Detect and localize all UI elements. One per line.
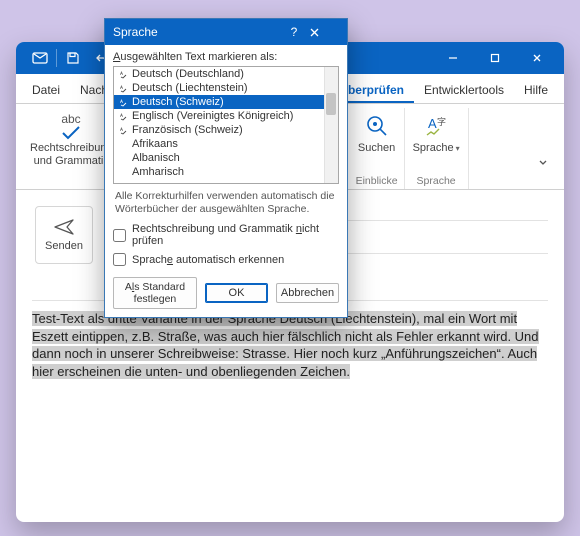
sprache-label: Sprache — [413, 142, 454, 154]
group-label-einblicke: Einblicke — [356, 169, 398, 189]
maximize-button[interactable] — [474, 42, 516, 74]
language-item-label: Afrikaans — [132, 137, 178, 151]
language-icon: A 字 — [419, 112, 453, 140]
spelling-button[interactable]: abc Rechtschreibungund Grammatik — [28, 110, 115, 169]
language-item[interactable]: ᴀ Französisch (Schweiz) — [114, 123, 324, 137]
language-item[interactable]: ᴀ Deutsch (Liechtenstein) — [114, 81, 324, 95]
minimize-button[interactable] — [432, 42, 474, 74]
suchen-label: Suchen — [358, 142, 395, 154]
language-item[interactable]: Albanisch — [114, 151, 324, 165]
svg-text:ᴀ: ᴀ — [120, 71, 123, 77]
set-default-button[interactable]: Als Standard festlegen — [113, 277, 197, 309]
dialog-title: Sprache — [113, 25, 279, 39]
language-item-label: Französisch (Schweiz) — [132, 123, 243, 137]
checkbox-nocheck-input[interactable] — [113, 229, 126, 242]
send-icon — [53, 218, 75, 236]
close-button[interactable] — [516, 42, 558, 74]
cancel-button[interactable]: Abbrechen — [276, 283, 339, 303]
scrollbar-thumb[interactable] — [326, 93, 336, 115]
sprache-button[interactable]: A 字 Sprache ▾ — [411, 110, 462, 156]
dialog-close-button[interactable] — [309, 27, 339, 38]
language-item-label: Deutsch (Deutschland) — [132, 67, 244, 81]
send-label: Senden — [45, 240, 83, 252]
checkbox-nocheck[interactable]: Rechtschreibung und Grammatik nicht prüf… — [113, 220, 339, 250]
language-item-label: Englisch (Vereinigtes Königreich) — [132, 109, 293, 123]
language-item-label: Deutsch (Liechtenstein) — [132, 81, 248, 95]
app-icon[interactable] — [28, 46, 52, 70]
spellcheck-mark-icon: ᴀ — [120, 69, 128, 79]
ribbon-collapse-button[interactable] — [532, 151, 554, 173]
checkbox-nocheck-label: Rechtschreibung und Grammatik nicht prüf… — [132, 223, 339, 247]
language-item[interactable]: ᴀ Englisch (Vereinigtes Königreich) — [114, 109, 324, 123]
language-item[interactable]: ᴀ Deutsch (Schweiz) — [114, 95, 324, 109]
language-dialog: Sprache ? Ausgewählten Text markieren al… — [104, 18, 348, 318]
search-icon — [360, 112, 394, 140]
svg-text:abc: abc — [62, 112, 81, 126]
group-label-sprache: Sprache — [417, 169, 456, 189]
svg-text:A: A — [428, 116, 437, 131]
save-icon[interactable] — [61, 46, 85, 70]
svg-text:ᴀ: ᴀ — [120, 85, 123, 91]
spelling-label: Rechtschreibungund Grammatik — [30, 142, 113, 167]
language-item[interactable]: ᴀ Deutsch (Deutschland) — [114, 67, 324, 81]
svg-text:ᴀ: ᴀ — [120, 113, 123, 119]
spelling-icon: abc — [54, 112, 88, 140]
checkbox-autodetect-label: Sprache automatisch erkennen — [132, 254, 284, 266]
dialog-label: Ausgewählten Text markieren als: — [113, 51, 339, 63]
language-item[interactable]: Amharisch — [114, 165, 324, 179]
chevron-down-icon: ▾ — [456, 144, 460, 153]
language-item[interactable]: Afrikaans — [114, 137, 324, 151]
svg-text:字: 字 — [437, 116, 446, 127]
suchen-button[interactable]: Suchen — [356, 110, 397, 156]
language-listbox[interactable]: ᴀ Deutsch (Deutschland) ᴀ Deutsch (Liechten… — [113, 66, 339, 184]
dialog-help-button[interactable]: ? — [279, 25, 309, 39]
language-item-label: Deutsch (Schweiz) — [132, 95, 224, 109]
spellcheck-mark-icon: ᴀ — [120, 125, 128, 135]
mail-body[interactable]: Test-Text als dritte Variante in der Spr… — [16, 311, 564, 382]
ok-button[interactable]: OK — [205, 283, 268, 303]
checkbox-autodetect-input[interactable] — [113, 253, 126, 266]
language-item-label: Albanisch — [132, 151, 180, 165]
dialog-help-text: Alle Korrekturhilfen verwenden automatis… — [113, 184, 339, 220]
ribbon-group-einblicke: Suchen Einblicke — [350, 108, 405, 189]
tab-entwicklertools[interactable]: Entwicklertools — [414, 77, 514, 103]
spellcheck-mark-icon: ᴀ — [120, 83, 128, 93]
tab-datei[interactable]: Datei — [22, 77, 70, 103]
spellcheck-mark-icon: ᴀ — [120, 111, 128, 121]
scrollbar[interactable] — [324, 67, 338, 183]
language-item-label: Amharisch — [132, 165, 184, 179]
ribbon-group-sprache: A 字 Sprache ▾ Sprache — [405, 108, 469, 189]
svg-text:ᴀ: ᴀ — [120, 127, 123, 133]
spellcheck-mark-icon: ᴀ — [120, 97, 128, 107]
mail-body-text: Test-Text als dritte Variante in der Spr… — [32, 311, 539, 379]
svg-text:ᴀ: ᴀ — [120, 99, 123, 105]
tab-hilfe[interactable]: Hilfe — [514, 77, 558, 103]
send-button[interactable]: Senden — [35, 206, 93, 264]
dialog-titlebar: Sprache ? — [105, 19, 347, 45]
checkbox-autodetect[interactable]: Sprache automatisch erkennen — [113, 250, 339, 269]
